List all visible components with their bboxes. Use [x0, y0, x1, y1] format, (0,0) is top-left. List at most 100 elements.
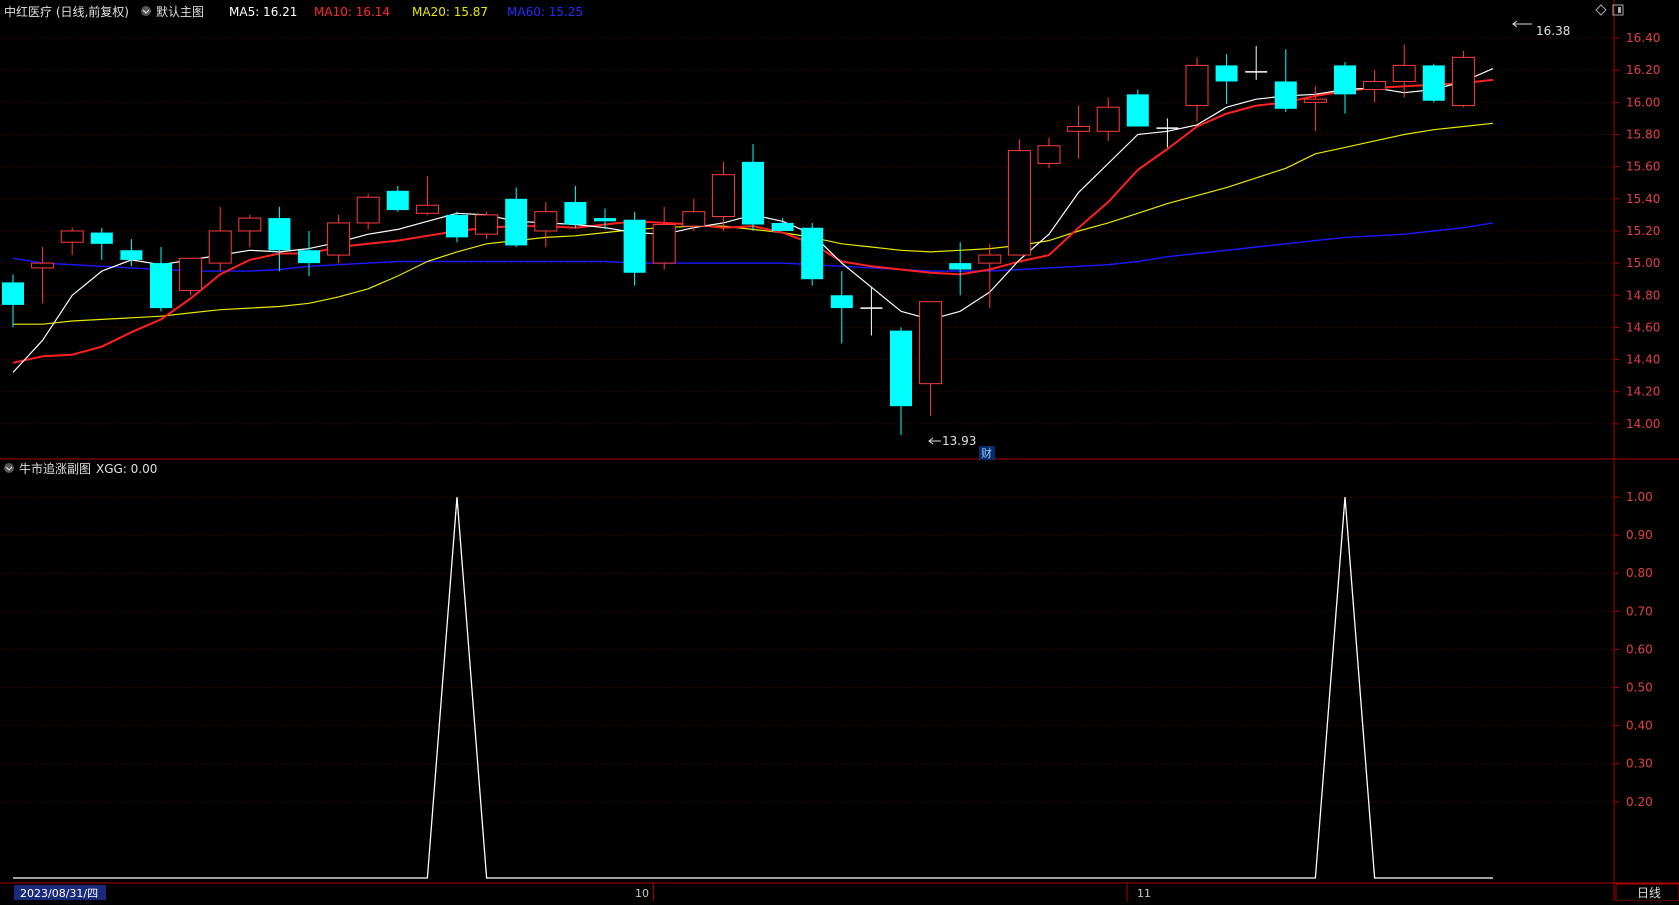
price-tick-label: 15.80 [1626, 128, 1660, 142]
candlestick [1363, 70, 1387, 103]
candle-body [327, 222, 351, 256]
low-price-marker: 13.93 [928, 434, 976, 448]
finance-marker[interactable]: 财 [979, 446, 995, 460]
candlestick [475, 211, 499, 239]
finance-marker-label: 财 [981, 446, 992, 460]
candle-body [298, 250, 320, 264]
high-price-label: 16.38 [1536, 24, 1570, 38]
candle-body [238, 217, 262, 232]
indicator-selector[interactable]: 牛市追涨副图 [4, 461, 91, 476]
diamond-icon[interactable] [1595, 4, 1607, 16]
candlestick [742, 144, 764, 231]
candle-body [60, 230, 84, 243]
candlestick [801, 222, 824, 286]
candlestick [298, 230, 320, 276]
candlestick [1245, 46, 1268, 80]
candle-body [1037, 145, 1061, 164]
candle-body [1363, 80, 1387, 91]
candle-body [386, 190, 409, 211]
candlestick [505, 187, 528, 248]
candle-body [652, 224, 676, 264]
price-tick-label: 15.00 [1626, 256, 1660, 270]
candlestick [623, 211, 646, 286]
candlestick [978, 243, 1002, 309]
candle-body [415, 204, 439, 214]
price-tick-label: 14.40 [1626, 353, 1660, 367]
main-chart-selector[interactable]: 默认主图 [141, 4, 204, 19]
candle-body [801, 227, 824, 280]
indicator-tick-label: 1.00 [1626, 490, 1653, 504]
candlestick [150, 247, 172, 312]
high-price-marker: 16.38 [1512, 20, 1570, 38]
indicator-tick-label: 0.40 [1626, 719, 1653, 733]
chevron-down-icon [141, 6, 151, 16]
ma10-value: MA10: 16.14 [314, 5, 390, 19]
candle-body [356, 196, 380, 224]
indicator-title: 牛市追涨副图 [19, 461, 91, 476]
candlestick [1215, 54, 1238, 104]
candlestick [415, 176, 439, 215]
candle-body [594, 218, 616, 222]
candle-body [505, 198, 528, 246]
ma5-value: MA5: 16.21 [229, 5, 297, 19]
candle-body [682, 211, 706, 227]
candlestick [179, 257, 203, 296]
candle-body [711, 174, 735, 217]
candlestick [564, 185, 587, 228]
candle-body [1007, 150, 1031, 256]
candlestick [1422, 63, 1445, 103]
price-tick-label: 15.60 [1626, 160, 1660, 174]
chart-canvas[interactable]: 16.40 16.20 16.00 15.80 15.60 15.40 15.20 15.00… [0, 0, 1679, 902]
price-tick-label: 14.60 [1626, 320, 1660, 334]
price-tick-label: 14.20 [1626, 385, 1660, 399]
candlestick [1451, 50, 1475, 108]
candle-body [1451, 56, 1475, 107]
candlestick [208, 206, 232, 272]
stock-title: 中红医疗 (日线,前复权) [4, 4, 129, 19]
ma20-value: MA20: 15.87 [412, 5, 488, 19]
indicator-tick-label: 0.20 [1626, 795, 1653, 809]
candlestick [534, 202, 558, 248]
candle-body [1126, 94, 1149, 127]
indicator-value: XGG: 0.00 [96, 462, 157, 476]
candlestick [386, 185, 409, 212]
month-label-oct: 10 [635, 887, 649, 900]
price-tick-label: 16.20 [1626, 63, 1660, 77]
stock-chart-window: 16.40 16.20 16.00 15.80 15.60 15.40 15.20 15.00… [0, 0, 1679, 902]
candlestick [238, 214, 262, 248]
price-tick-label: 15.40 [1626, 192, 1660, 206]
indicator-tick-label: 0.30 [1626, 757, 1653, 771]
candle-body [1334, 65, 1356, 95]
candle-body [623, 219, 646, 273]
candle-body [120, 250, 143, 260]
candlestick [90, 227, 113, 260]
candlestick [327, 214, 351, 264]
candlestick [919, 301, 943, 416]
period-button[interactable]: 日线 [1615, 883, 1679, 902]
candle-body [150, 263, 172, 309]
candlestick [890, 327, 912, 436]
candle-body [1274, 81, 1297, 109]
candle-body [978, 254, 1002, 264]
price-tick-label: 15.20 [1626, 224, 1660, 238]
candlestick [1126, 89, 1149, 127]
candle-body [1096, 106, 1120, 132]
candlestick [860, 287, 883, 336]
candlestick [268, 206, 291, 272]
candlestick [830, 271, 853, 344]
period-button-label: 日线 [1637, 886, 1661, 900]
candle-body [1422, 65, 1445, 101]
candlestick [446, 211, 468, 243]
candlestick [1067, 105, 1091, 159]
indicator-tick-label: 0.80 [1626, 566, 1653, 580]
candle-body [2, 282, 24, 305]
candle-body [179, 257, 203, 291]
candle-body [564, 202, 587, 225]
candle-body [890, 330, 912, 407]
candle-body [268, 218, 291, 251]
candlestick [1007, 139, 1031, 256]
candle-body [742, 161, 764, 225]
candle-body [208, 230, 232, 264]
ma60-value: MA60: 15.25 [507, 5, 583, 19]
candle-body [771, 222, 794, 231]
